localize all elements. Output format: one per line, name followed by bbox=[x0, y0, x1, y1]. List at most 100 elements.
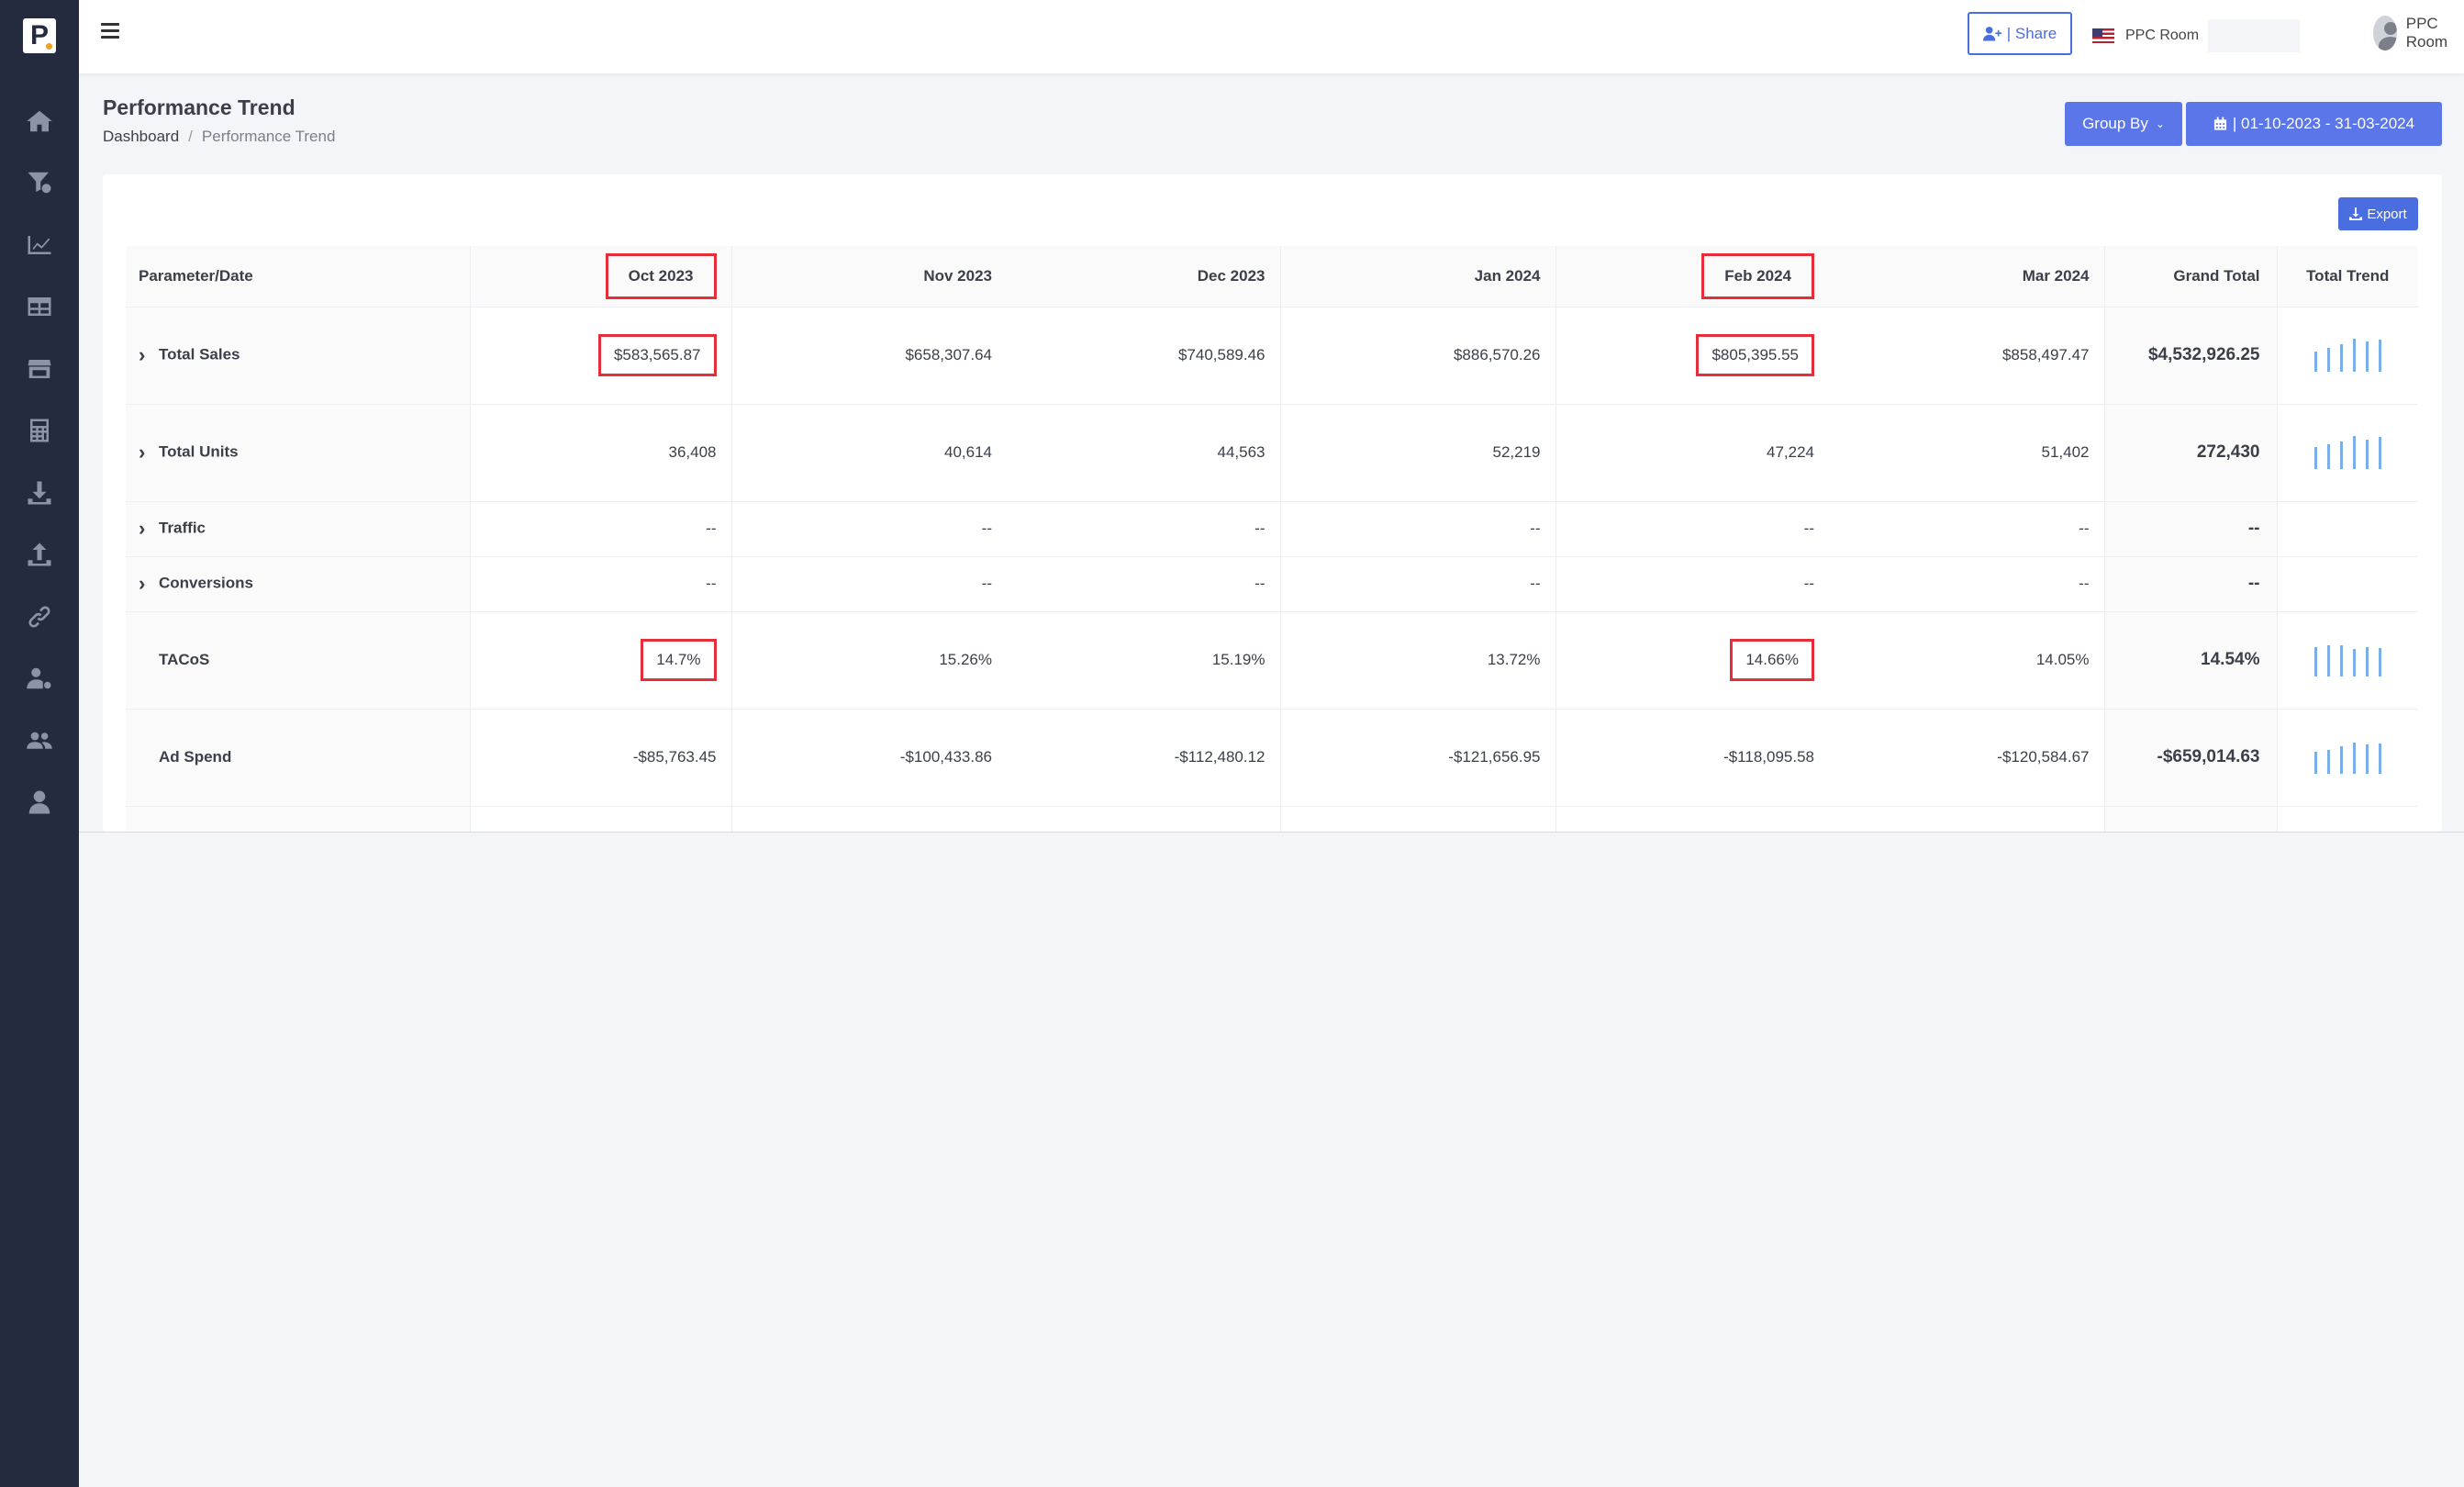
row-label[interactable]: › Traffic bbox=[126, 501, 471, 557]
sidebar-item-users[interactable] bbox=[0, 710, 79, 772]
user-settings-icon bbox=[27, 668, 51, 689]
date-range-button[interactable]: | 01-10-2023 - 31-03-2024 bbox=[2186, 102, 2442, 146]
expand-chevron-icon[interactable]: › bbox=[139, 517, 159, 541]
table-cell: 51,402 bbox=[1829, 404, 2104, 502]
sidebar-item-table[interactable] bbox=[0, 276, 79, 339]
table-cell: 36,408 bbox=[470, 404, 732, 502]
table-cell: $583,565.87 bbox=[470, 307, 732, 405]
header-month[interactable]: Dec 2023 bbox=[1007, 246, 1281, 307]
share-button[interactable]: | Share bbox=[1968, 12, 2072, 55]
group-by-button[interactable]: Group By ⌄ bbox=[2065, 102, 2182, 146]
export-button[interactable]: Export bbox=[2338, 197, 2418, 230]
expand-chevron-icon[interactable]: › bbox=[139, 572, 159, 596]
grand-total-cell: $4,532,926.25 bbox=[2103, 307, 2277, 405]
table-cell: $805,395.55 bbox=[1555, 307, 1829, 405]
table-cell: 40,614 bbox=[731, 404, 1007, 502]
header-grand-total[interactable]: Grand Total bbox=[2103, 246, 2277, 307]
sparkline bbox=[2313, 432, 2381, 469]
expand-chevron-icon[interactable]: › bbox=[139, 441, 159, 464]
table-cell: 52,219 bbox=[1280, 404, 1556, 502]
highlight-box: $805,395.55 bbox=[1696, 334, 1814, 376]
store-icon bbox=[28, 359, 51, 378]
row-label[interactable]: › Conversions bbox=[126, 556, 471, 612]
table-cell: $658,307.64 bbox=[731, 307, 1007, 405]
sidebar-item-user-settings[interactable] bbox=[0, 648, 79, 710]
sidebar-item-store[interactable] bbox=[0, 338, 79, 400]
table-cell: -- bbox=[1280, 556, 1556, 612]
sparkline-cell bbox=[2276, 404, 2418, 502]
sidebar-item-calculator[interactable] bbox=[0, 400, 79, 463]
user-menu[interactable]: PPC Room ⌄ bbox=[2373, 15, 2464, 51]
table-cell: -- bbox=[1280, 501, 1556, 557]
header-total-trend: Total Trend bbox=[2276, 246, 2418, 307]
expand-chevron-icon[interactable]: › bbox=[139, 343, 159, 367]
table-cell: -$121,656.95 bbox=[1280, 709, 1556, 807]
user-icon bbox=[28, 790, 50, 814]
table-row: › Total Units 36,408 40,614 44,563 52,219… bbox=[126, 404, 2418, 502]
table-cell: 44,563 bbox=[1007, 404, 1281, 502]
highlight-box: 14.7% bbox=[641, 639, 717, 681]
breadcrumb-dashboard[interactable]: Dashboard bbox=[103, 128, 179, 146]
header-month[interactable]: Jan 2024 bbox=[1280, 246, 1556, 307]
highlight-box: Oct 2023 bbox=[605, 252, 717, 299]
brand-logo[interactable]: P bbox=[23, 18, 56, 53]
group-by-label: Group By bbox=[2082, 115, 2148, 132]
breadcrumb: Dashboard / Performance Trend bbox=[103, 128, 335, 146]
row-label[interactable]: › Total Units bbox=[126, 404, 471, 502]
table-cell: 47,224 bbox=[1555, 404, 1829, 502]
account-name: PPC Room bbox=[2125, 28, 2200, 43]
table-row: › Total Sales $583,565.87 $658,307.64 $74… bbox=[126, 307, 2418, 405]
sparkline bbox=[2313, 640, 2381, 676]
date-range-label: | 01-10-2023 - 31-03-2024 bbox=[2232, 115, 2415, 132]
sidebar-item-home[interactable] bbox=[0, 90, 79, 152]
share-label: | Share bbox=[2006, 24, 2057, 42]
table-cell: 15.26% bbox=[731, 611, 1007, 710]
home-icon bbox=[27, 110, 52, 131]
table-cell: -- bbox=[1555, 556, 1829, 612]
row-label-text: Ad Spend bbox=[159, 748, 232, 766]
table-row: › Traffic -- -- -- -- -- -- -- bbox=[126, 501, 2418, 557]
table-row-partial bbox=[126, 806, 2418, 832]
brand[interactable]: P bbox=[0, 0, 79, 72]
sparkline-cell bbox=[2276, 611, 2418, 710]
page-title: Performance Trend bbox=[103, 95, 295, 119]
header-month[interactable]: Feb 2024 bbox=[1555, 246, 1829, 307]
table-cell: 14.05% bbox=[1829, 611, 2104, 710]
sidebar-item-link[interactable] bbox=[0, 586, 79, 648]
header-month[interactable]: Mar 2024 bbox=[1829, 246, 2104, 307]
table-cell: $886,570.26 bbox=[1280, 307, 1556, 405]
row-label[interactable]: › Total Sales bbox=[126, 307, 471, 405]
performance-card: Export Parameter/Date Oct 2023 Nov 2023 … bbox=[103, 174, 2442, 832]
topbar: | Share PPC Room PPC Room ⌄ bbox=[79, 0, 2464, 73]
sidebar: P bbox=[0, 0, 79, 1487]
account-selector[interactable]: PPC Room bbox=[2092, 18, 2301, 53]
table-header-row: Parameter/Date Oct 2023 Nov 2023 Dec 202… bbox=[126, 246, 2418, 307]
table-cell: 14.7% bbox=[470, 611, 732, 710]
calculator-icon bbox=[30, 419, 49, 442]
table-cell: -- bbox=[1829, 556, 2104, 612]
sidebar-item-user[interactable] bbox=[0, 772, 79, 834]
table-cell: 13.72% bbox=[1280, 611, 1556, 710]
sidebar-item-filter[interactable] bbox=[0, 152, 79, 215]
table-icon bbox=[28, 297, 51, 317]
menu-toggle-icon[interactable] bbox=[101, 23, 119, 39]
sparkline-cell bbox=[2276, 501, 2418, 557]
table-cell: $740,589.46 bbox=[1007, 307, 1281, 405]
sidebar-item-download[interactable] bbox=[0, 462, 79, 524]
upload-icon bbox=[28, 542, 51, 566]
table-cell: -- bbox=[1007, 501, 1281, 557]
sidebar-item-upload[interactable] bbox=[0, 524, 79, 587]
highlight-box: 14.66% bbox=[1730, 639, 1814, 681]
table-cell: -- bbox=[470, 501, 732, 557]
header-month[interactable]: Nov 2023 bbox=[731, 246, 1007, 307]
grand-total-cell: -- bbox=[2103, 501, 2277, 557]
export-label: Export bbox=[2367, 206, 2407, 222]
table-cell: -- bbox=[1829, 501, 2104, 557]
header-month[interactable]: Oct 2023 bbox=[470, 246, 732, 307]
account-dropdown-field[interactable] bbox=[2208, 19, 2301, 52]
sparkline bbox=[2313, 335, 2381, 372]
user-name: PPC Room bbox=[2405, 15, 2448, 50]
sidebar-item-chart[interactable] bbox=[0, 214, 79, 276]
table-cell: -- bbox=[731, 556, 1007, 612]
row-label-text: Conversions bbox=[159, 574, 253, 592]
